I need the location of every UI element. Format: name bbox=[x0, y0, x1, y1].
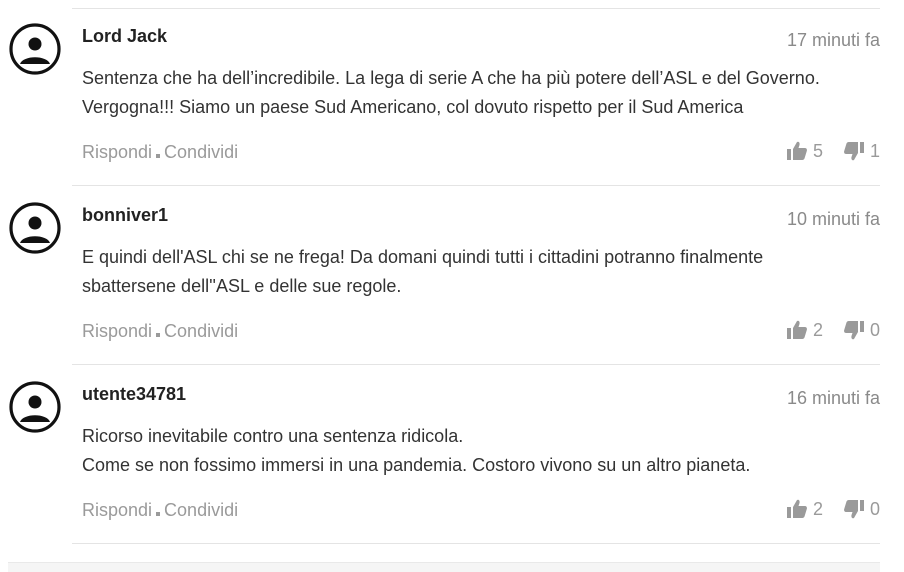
comment-actions: Rispondi Condividi bbox=[82, 142, 238, 163]
like-button[interactable]: 2 bbox=[786, 498, 823, 520]
comment-text-line: Vergogna!!! Siamo un paese Sud Americano… bbox=[82, 97, 744, 117]
share-link[interactable]: Condividi bbox=[164, 500, 238, 521]
share-link[interactable]: Condividi bbox=[164, 142, 238, 163]
thumbs-down-icon bbox=[844, 142, 864, 161]
thumbs-down-icon bbox=[844, 321, 864, 340]
thumbs-up-icon bbox=[786, 499, 807, 518]
dislike-button[interactable]: 0 bbox=[843, 319, 880, 341]
dislike-button[interactable]: 0 bbox=[843, 498, 880, 520]
comment-text-line: sbattersene dell''ASL e delle sue regole… bbox=[82, 276, 402, 296]
dislike-count: 0 bbox=[869, 498, 880, 519]
comment-divider bbox=[72, 364, 880, 365]
reply-link[interactable]: Rispondi bbox=[82, 321, 152, 342]
dislike-count: 0 bbox=[869, 319, 880, 340]
thumbs-down-icon bbox=[844, 500, 864, 519]
comment-text-line: Come se non fossimo immersi in una pande… bbox=[82, 455, 751, 475]
vote-controls: 5 1 bbox=[786, 140, 880, 162]
comment-body: E quindi dell'ASL chi se ne frega! Da do… bbox=[82, 243, 872, 301]
dislike-count: 1 bbox=[869, 140, 880, 161]
separator-dot bbox=[156, 153, 161, 158]
separator-dot bbox=[156, 332, 161, 337]
like-count: 2 bbox=[812, 319, 823, 340]
like-count: 2 bbox=[812, 498, 823, 519]
like-button[interactable]: 2 bbox=[786, 319, 823, 341]
comment-timestamp: 17 minuti fa bbox=[786, 30, 880, 50]
comment-author[interactable]: utente34781 bbox=[82, 384, 186, 405]
like-button[interactable]: 5 bbox=[786, 140, 823, 162]
comment-actions: Rispondi Condividi bbox=[82, 500, 238, 521]
comment-timestamp: 10 minuti fa bbox=[786, 209, 880, 229]
comment-timestamp: 16 minuti fa bbox=[786, 388, 880, 408]
reply-link[interactable]: Rispondi bbox=[82, 142, 152, 163]
comment-item: utente34781 16 minuti fa Ricorso inevita… bbox=[0, 366, 904, 544]
reply-link[interactable]: Rispondi bbox=[82, 500, 152, 521]
share-link[interactable]: Condividi bbox=[164, 321, 238, 342]
user-avatar-icon[interactable] bbox=[9, 23, 61, 75]
thumbs-up-icon bbox=[786, 320, 807, 339]
comment-author[interactable]: bonniver1 bbox=[82, 205, 168, 226]
comment-text-line: E quindi dell'ASL chi se ne frega! Da do… bbox=[82, 247, 764, 267]
vote-controls: 2 0 bbox=[786, 498, 880, 520]
user-avatar-icon[interactable] bbox=[9, 381, 61, 433]
vote-controls: 2 0 bbox=[786, 319, 880, 341]
comment-divider bbox=[72, 543, 880, 544]
comment-body: Ricorso inevitabile contro una sentenza … bbox=[82, 422, 872, 480]
comment-text-line: Sentenza che ha dell’incredibile. La leg… bbox=[82, 68, 820, 88]
comment-item: bonniver1 10 minuti fa E quindi dell'ASL… bbox=[0, 187, 904, 365]
user-avatar-icon[interactable] bbox=[9, 202, 61, 254]
like-count: 5 bbox=[812, 140, 823, 161]
comment-body: Sentenza che ha dell’incredibile. La leg… bbox=[82, 64, 872, 122]
comment-author[interactable]: Lord Jack bbox=[82, 26, 167, 47]
comment-divider bbox=[72, 185, 880, 186]
comment-item: Lord Jack 17 minuti fa Sentenza che ha d… bbox=[0, 8, 904, 186]
thumbs-up-icon bbox=[786, 141, 807, 160]
comment-text-line: Ricorso inevitabile contro una sentenza … bbox=[82, 426, 464, 446]
dislike-button[interactable]: 1 bbox=[843, 140, 880, 162]
comment-actions: Rispondi Condividi bbox=[82, 321, 238, 342]
separator-dot bbox=[156, 511, 161, 516]
